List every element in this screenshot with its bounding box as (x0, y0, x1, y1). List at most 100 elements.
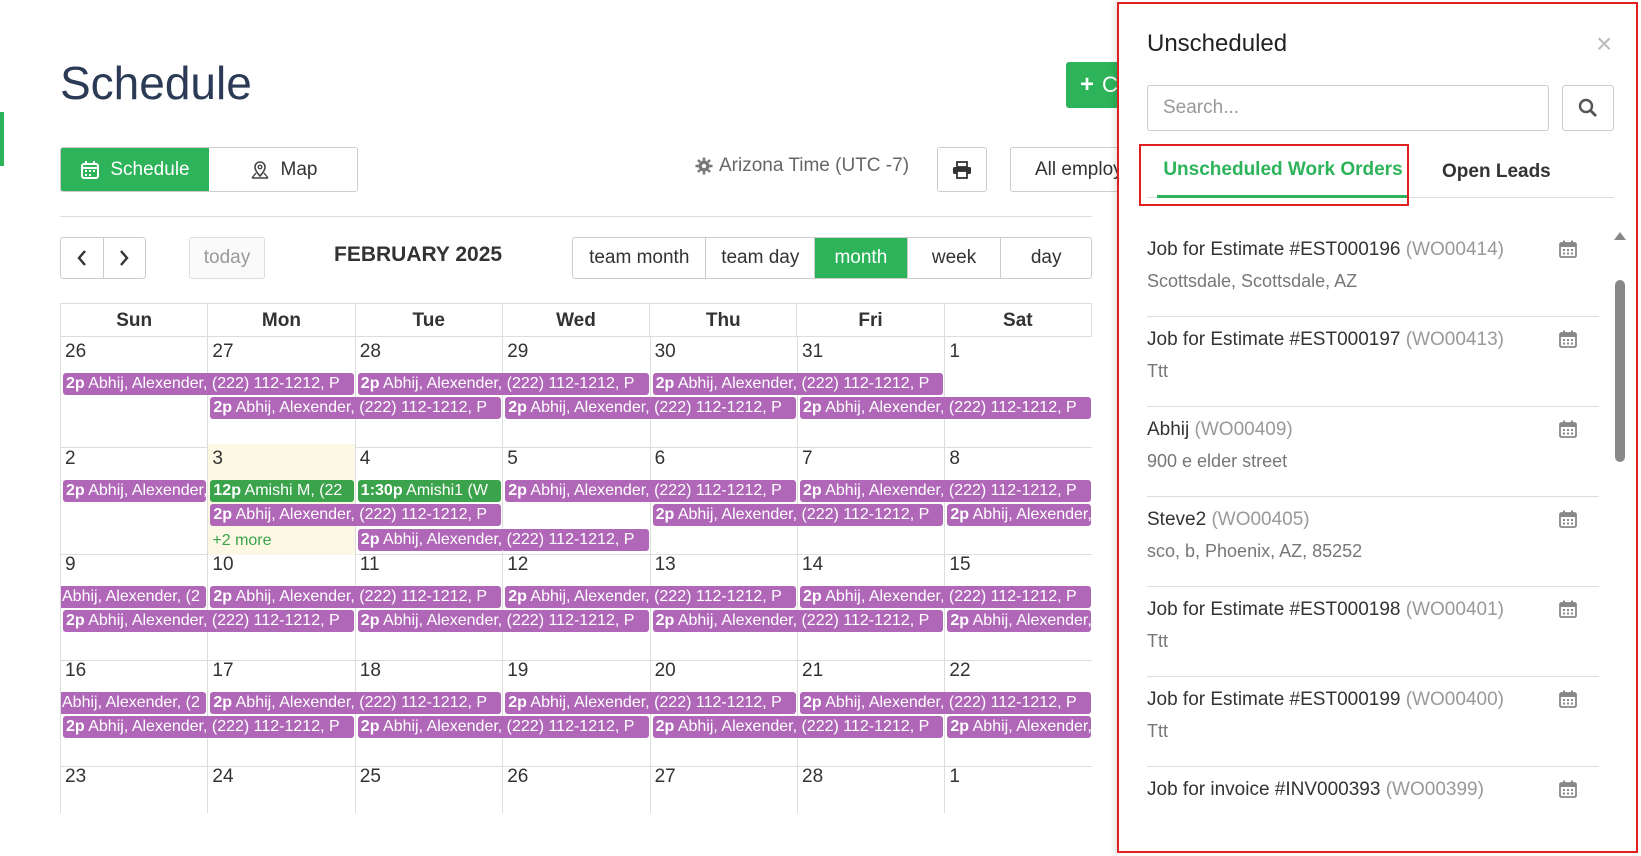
day-number[interactable]: 17 (212, 660, 233, 682)
calendar-event[interactable]: Abhij, Alexender, (2 (61, 692, 207, 714)
calendar-event[interactable]: 2p Abhij, Alexender, (222) 112-1212, P (800, 397, 1091, 419)
calendar-event[interactable]: 2p Abhij, Alexender, (222) 112-1212, P (210, 397, 502, 419)
team-month-button[interactable]: team month (573, 238, 705, 278)
schedule-calendar-icon[interactable] (1558, 329, 1578, 354)
day-number[interactable]: 24 (212, 766, 233, 788)
day-number[interactable]: 3 (212, 448, 223, 470)
work-order-item[interactable]: Job for Estimate #EST000197 (WO00413) Ttt (1147, 317, 1599, 407)
calendar-event[interactable]: 2p Abhij, Alexender, (222) 112-1212, P (210, 586, 502, 608)
calendar-event[interactable]: 2p Abhij, Alexender, (222) 112-1212, P (947, 504, 1091, 526)
more-events-link[interactable]: +2 more (212, 532, 271, 550)
day-number[interactable]: 28 (360, 341, 381, 363)
schedule-view-button[interactable]: Schedule (61, 148, 209, 191)
calendar-event[interactable]: 2p Abhij, Alexender, (222) 112-1212, P (800, 692, 1091, 714)
calendar-day-cell[interactable]: 24 (208, 762, 356, 813)
day-number[interactable]: 5 (507, 448, 518, 470)
next-button[interactable] (102, 238, 146, 278)
calendar-event[interactable]: 2p Abhij, Alexender, (222) 112-1212, P (357, 716, 649, 738)
prev-button[interactable] (61, 238, 103, 278)
calendar-event[interactable]: 2p Abhij, Alexender, (222) 112-1212, P (652, 610, 944, 632)
calendar-day-cell[interactable]: 27 (651, 762, 798, 813)
timezone-setting[interactable]: Arizona Time (UTC -7) (695, 155, 909, 177)
work-order-item[interactable]: Job for Estimate #EST000196 (WO00414) Sco… (1147, 227, 1599, 317)
calendar-event[interactable]: 2p Abhij, Alexender, (222) 112-1212, P (800, 586, 1091, 608)
calendar-event[interactable]: 2p Abhij, Alexender, (222) 112-1212, P (357, 373, 649, 395)
day-number[interactable]: 10 (212, 554, 233, 576)
tab-unscheduled-work-orders[interactable]: Unscheduled Work Orders (1157, 145, 1409, 198)
calendar-event[interactable]: 2p Abhij, Alexender, (222) 112-1212, P (63, 373, 354, 395)
team-day-button[interactable]: team day (705, 238, 814, 278)
day-number[interactable]: 20 (655, 660, 676, 682)
month-button[interactable]: month (814, 238, 907, 278)
calendar-event[interactable]: 2p Abhij, Alexender, (222) 112-1212, P (947, 716, 1091, 738)
calendar-event[interactable]: Abhij, Alexender, (2 (61, 586, 207, 608)
calendar-event[interactable]: 2p Abhij, Alexender, (222) 112-1212, P (210, 504, 502, 526)
work-order-item[interactable]: Job for invoice #INV000393 (WO00399) (1147, 767, 1599, 856)
calendar-day-cell[interactable]: 23 (61, 762, 209, 813)
work-order-item[interactable]: Job for Estimate #EST000198 (WO00401) Ttt (1147, 587, 1599, 677)
day-number[interactable]: 14 (802, 554, 823, 576)
day-number[interactable]: 31 (802, 341, 823, 363)
schedule-calendar-icon[interactable] (1558, 689, 1578, 714)
day-number[interactable]: 16 (65, 660, 86, 682)
day-number[interactable]: 15 (949, 554, 970, 576)
calendar-day-cell[interactable]: 25 (356, 762, 504, 813)
day-number[interactable]: 26 (507, 766, 528, 788)
calendar-event[interactable]: 2p Abhij, Alexender, (222) 112-1212, P (505, 480, 796, 502)
calendar-event[interactable]: 2p Abhij, Alexender, (222) 112-1212, P (63, 610, 354, 632)
calendar-event[interactable]: 2p Abhij, Alexender, (222) 112-1212, P (652, 373, 944, 395)
day-number[interactable]: 1 (949, 341, 960, 363)
day-number[interactable]: 21 (802, 660, 823, 682)
calendar-event[interactable]: 2p Abhij, Alexender, (222) 112-1212, P (652, 504, 944, 526)
day-number[interactable]: 1 (949, 766, 960, 788)
schedule-calendar-icon[interactable] (1558, 239, 1578, 264)
schedule-calendar-icon[interactable] (1558, 419, 1578, 444)
day-number[interactable]: 13 (655, 554, 676, 576)
calendar-event[interactable]: 12p Amishi M, (22 (210, 480, 354, 502)
calendar-event[interactable]: 2p Abhij, Alexender, (222) 112-1212, P (63, 480, 207, 502)
day-number[interactable]: 4 (360, 448, 371, 470)
calendar-day-cell[interactable]: 1 (945, 337, 1092, 448)
calendar-day-cell[interactable]: 26 (503, 762, 651, 813)
day-number[interactable]: 8 (949, 448, 960, 470)
day-number[interactable]: 11 (360, 554, 380, 576)
day-number[interactable]: 30 (655, 341, 676, 363)
calendar-day-cell[interactable]: 1 (945, 762, 1092, 813)
schedule-calendar-icon[interactable] (1558, 509, 1578, 534)
work-order-item[interactable]: Abhij (WO00409) 900 e elder street (1147, 407, 1599, 497)
week-button[interactable]: week (906, 238, 1001, 278)
calendar-event[interactable]: 2p Abhij, Alexender, (222) 112-1212, P (505, 586, 796, 608)
day-number[interactable]: 28 (802, 766, 823, 788)
day-number[interactable]: 23 (65, 766, 86, 788)
day-button[interactable]: day (1000, 238, 1091, 278)
day-number[interactable]: 18 (360, 660, 381, 682)
scroll-up-arrow-icon[interactable] (1614, 232, 1626, 240)
calendar-event[interactable]: 2p Abhij, Alexender, (222) 112-1212, P (63, 716, 354, 738)
calendar-event[interactable]: 2p Abhij, Alexender, (222) 112-1212, P (505, 397, 796, 419)
scrollbar-thumb[interactable] (1615, 280, 1625, 462)
day-number[interactable]: 29 (507, 341, 528, 363)
tab-open-leads[interactable]: Open Leads (1442, 145, 1551, 198)
search-button[interactable] (1562, 85, 1614, 131)
calendar-event[interactable]: 2p Abhij, Alexender, (222) 112-1212, P (210, 692, 502, 714)
day-number[interactable]: 2 (65, 448, 76, 470)
day-number[interactable]: 6 (655, 448, 666, 470)
day-number[interactable]: 27 (655, 766, 676, 788)
calendar-event[interactable]: 2p Abhij, Alexender, (222) 112-1212, P (505, 692, 796, 714)
print-button[interactable] (937, 147, 987, 192)
work-order-item[interactable]: Steve2 (WO00405) sco, b, Phoenix, AZ, 852… (1147, 497, 1599, 587)
day-number[interactable]: 22 (949, 660, 970, 682)
day-number[interactable]: 9 (65, 554, 76, 576)
calendar-event[interactable]: 2p Abhij, Alexender, (222) 112-1212, P (357, 610, 649, 632)
calendar-event[interactable]: 2p Abhij, Alexender, (222) 112-1212, P (357, 529, 649, 551)
day-number[interactable]: 26 (65, 341, 86, 363)
schedule-calendar-icon[interactable] (1558, 779, 1578, 804)
map-view-button[interactable]: Map (209, 148, 357, 191)
today-button[interactable]: today (189, 237, 265, 279)
day-number[interactable]: 12 (507, 554, 528, 576)
day-number[interactable]: 7 (802, 448, 813, 470)
calendar-event[interactable]: 2p Abhij, Alexender, (222) 112-1212, P (652, 716, 944, 738)
day-number[interactable]: 25 (360, 766, 381, 788)
search-input[interactable] (1147, 85, 1549, 131)
close-icon[interactable]: × (1596, 28, 1612, 60)
